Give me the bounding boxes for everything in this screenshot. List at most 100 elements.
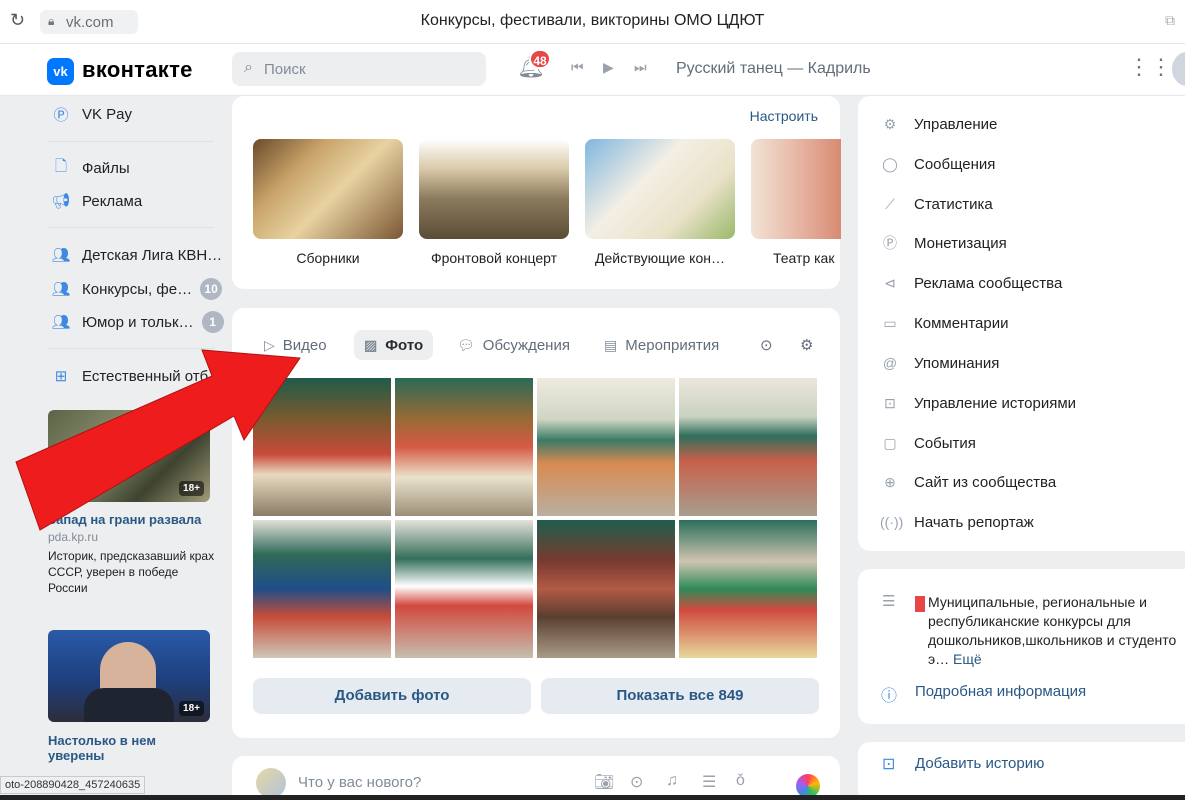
menu-item-messages[interactable]: ◯ Сообщения — [880, 152, 995, 176]
file-icon: 🗋 — [54, 157, 68, 175]
photo-tile[interactable] — [537, 520, 675, 658]
album-thumb[interactable] — [585, 139, 735, 239]
photo-tile[interactable] — [395, 520, 533, 658]
tab-photo[interactable]: ▨ Фото — [354, 330, 434, 360]
sidebar-item-group-kvn[interactable]: 👥︎ Детская Лига КВН… — [50, 240, 222, 270]
avatar — [256, 768, 286, 798]
video-icon[interactable]: ⊙ — [630, 772, 643, 792]
users-icon: 👥︎ — [51, 281, 71, 298]
menu-item-events[interactable]: ▢ События — [880, 431, 976, 455]
comment-icon: ▭ — [883, 314, 897, 331]
album-thumb[interactable] — [751, 139, 841, 239]
location-icon[interactable]: ⊙ — [760, 330, 773, 360]
menu-item-statistics[interactable]: ⟋ Статистика — [880, 192, 993, 216]
broadcast-icon: ((·)) — [880, 514, 904, 530]
menu-item-website[interactable]: ⊕ Сайт из сообщества — [880, 470, 1056, 494]
album-label[interactable]: Фронтовой концерт — [419, 250, 569, 266]
ruble-icon: Ⓟ — [883, 235, 897, 251]
ruble-circle-icon: Ⓟ — [53, 106, 69, 124]
gear-icon[interactable]: ⚙ — [800, 330, 813, 360]
photo-tile[interactable] — [537, 378, 675, 516]
browser-toolbar: ↻ 🔒︎ vk.com Конкурсы, фестивали, виктори… — [0, 0, 1185, 44]
menu-item-manage[interactable]: ⚙ Управление — [880, 112, 998, 136]
unread-count-badge: 10 — [200, 278, 223, 300]
gear-icon: ⚙ — [883, 115, 897, 132]
sidebar-divider — [48, 141, 214, 142]
show-more-link[interactable]: Ещё — [953, 651, 982, 667]
menu-item-comments[interactable]: ▭ Комментарии — [880, 311, 1008, 335]
photo-tile[interactable] — [253, 520, 391, 658]
globe-icon: ⊕ — [884, 473, 896, 490]
vk-logo-icon[interactable]: vk — [47, 58, 74, 85]
vk-logo-text[interactable]: вконтакте — [82, 57, 193, 83]
next-track-icon[interactable]: ⏭ — [634, 59, 647, 76]
users-icon: 👥︎ — [51, 247, 71, 264]
menu-item-stories[interactable]: ⊡ Управление историями — [880, 391, 1076, 415]
configure-link[interactable]: Настроить — [750, 108, 818, 124]
taskbar-strip — [0, 795, 1185, 800]
play-icon[interactable]: ▶ — [603, 59, 614, 76]
details-link[interactable]: Подробная информация — [915, 683, 1086, 700]
tab-events[interactable]: ▤ Мероприятия — [604, 330, 719, 360]
event-icon: ▢ — [883, 434, 897, 451]
status-bar-url: oto-208890428_457240635 — [0, 776, 146, 794]
ad-description: Историк, предсказавший крах СССР, уверен… — [48, 549, 215, 595]
post-composer: Что у вас нового? 📷︎ ⊙ ♫ ☰ ǒ — [232, 756, 840, 800]
sidebar-item-ads[interactable]: 📢︎ Реклама — [50, 186, 142, 216]
description-icon: ☰ — [882, 593, 896, 610]
photos-card: ▷ Видео ▨ Фото 💬︎ Обсуждения ▤ Мероприят… — [232, 308, 840, 738]
photo-tile[interactable] — [679, 378, 817, 516]
red-arrow-overlay — [15, 349, 301, 531]
now-playing-track[interactable]: Русский танец — Кадриль — [676, 60, 871, 78]
chart-icon: ⟋ — [885, 195, 895, 212]
tab-discussions[interactable]: 💬︎ Обсуждения — [457, 330, 570, 360]
sidebar-item-files[interactable]: 🗋 Файлы — [50, 153, 130, 183]
red-marker-icon — [915, 596, 925, 612]
prev-track-icon[interactable]: ⏮ — [571, 59, 584, 76]
menu-item-broadcast[interactable]: ((·)) Начать репортаж — [880, 510, 1034, 534]
megaphone-icon: ⊲ — [884, 274, 896, 291]
album-thumb[interactable] — [419, 139, 569, 239]
menu-item-monetization[interactable]: Ⓟ Монетизация — [880, 231, 1007, 255]
album-label[interactable]: Действующие кон… — [585, 250, 735, 266]
calendar-icon: ▤ — [604, 336, 618, 353]
menu-item-community-ads[interactable]: ⊲ Реклама сообщества — [880, 271, 1062, 295]
album-label[interactable]: Сборники — [253, 250, 403, 266]
story-add-icon: ⊡ — [882, 756, 896, 773]
info-icon: ⓘ — [881, 688, 898, 705]
ad-title[interactable]: Настолько в нем уверены — [48, 733, 212, 763]
message-icon: ◯ — [882, 155, 898, 172]
vk-header: vk вконтакте ⌕ 🔔︎ 48 ⏮ ▶ ⏭ Русский танец… — [0, 44, 1185, 96]
sidebar-item-group-contests[interactable]: 👥︎ Конкурсы, фе… 10 — [50, 274, 223, 304]
at-icon: @ — [882, 355, 898, 371]
sidebar-divider — [48, 227, 214, 228]
story-icon: ⊡ — [884, 394, 896, 411]
community-description: Муниципальные, региональные и республика… — [928, 594, 1177, 667]
show-all-photos-button[interactable]: Показать все 849 — [541, 678, 819, 714]
age-rating-badge: 18+ — [179, 701, 204, 716]
add-photo-button[interactable]: Добавить фото — [253, 678, 531, 714]
clip-icon[interactable]: ǒ — [736, 772, 745, 790]
camera-icon[interactable]: 📷︎ — [594, 772, 614, 792]
window-icon[interactable]: ⧉ — [1165, 12, 1175, 29]
search-box[interactable]: ⌕ — [232, 52, 486, 86]
photo-tile[interactable] — [395, 378, 533, 516]
albums-card: Настроить Сборники Фронтовой концерт Дей… — [232, 96, 841, 289]
chat-icon: 💬︎ — [457, 336, 475, 353]
composer-input[interactable]: Что у вас нового? — [298, 774, 421, 791]
photo-tile[interactable] — [679, 520, 817, 658]
add-story-link[interactable]: Добавить историю — [915, 755, 1044, 772]
ad-image[interactable]: 18+ — [48, 630, 210, 722]
notifications-badge: 48 — [529, 49, 551, 69]
search-input[interactable] — [264, 59, 474, 79]
music-icon[interactable]: ♫ — [666, 772, 678, 790]
album-thumb[interactable] — [253, 139, 403, 239]
photo-icon: ▨ — [364, 336, 378, 353]
menu-item-mentions[interactable]: @ Упоминания — [880, 351, 1000, 375]
article-icon[interactable]: ☰ — [702, 772, 716, 792]
page-title: Конкурсы, фестивали, викторины ОМО ЦДЮТ — [420, 12, 765, 29]
megaphone-icon: 📢︎ — [51, 193, 71, 210]
sidebar-item-vkpay[interactable]: Ⓟ VK Pay — [50, 99, 132, 129]
album-label[interactable]: Театр как — [773, 250, 839, 266]
search-icon: ⌕ — [244, 59, 253, 76]
